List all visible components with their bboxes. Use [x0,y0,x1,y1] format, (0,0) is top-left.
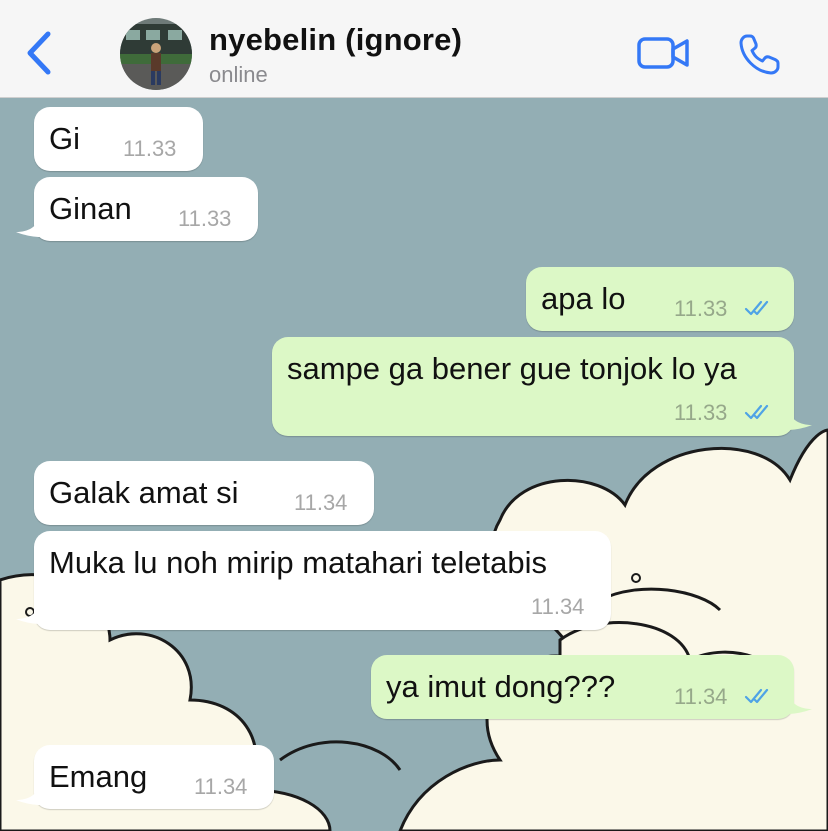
message-text: apa lo [541,281,626,316]
bubble-tail-outgoing [788,408,812,430]
bubble-tail-incoming [16,602,40,624]
contact-avatar[interactable] [120,18,192,90]
message-time: 11.33 [178,206,232,231]
back-button[interactable] [22,30,58,76]
video-call-button[interactable] [636,34,692,72]
double-check-icon [744,300,769,316]
message-text: Emang [49,759,148,794]
bubble-tail-incoming [16,215,40,237]
message-bubble-outgoing[interactable]: sampe ga bener gue tonjok lo ya 11.33 [272,337,794,436]
avatar-image [120,18,192,90]
message-time: 11.34 [531,594,585,619]
double-check-icon [744,404,769,420]
contact-name[interactable]: nyebelin (ignore) [209,22,462,58]
message-time: 11.33 [674,296,728,321]
message-text: Gi [49,121,80,156]
message-bubble-incoming[interactable]: Emang 11.34 [34,745,274,809]
message-list[interactable]: Gi 11.33 Ginan 11.33 apa lo 11.33 sampe … [0,0,828,831]
message-time: 11.34 [674,684,728,709]
message-bubble-incoming[interactable]: Muka lu noh mirip matahari teletabis 11.… [34,531,611,630]
bubble-tail-outgoing [788,692,812,714]
video-camera-icon [637,37,689,69]
message-time: 11.34 [294,490,348,515]
contact-status: online [209,62,268,87]
chat-header: nyebelin (ignore) online [0,0,828,98]
message-text: Galak amat si [49,475,239,510]
bubble-tail-incoming [16,783,40,805]
message-text: Muka lu noh mirip matahari teletabis [49,545,547,580]
message-text: Ginan [49,191,132,226]
message-bubble-incoming[interactable]: Ginan 11.33 [34,177,258,241]
message-bubble-incoming[interactable]: Gi 11.33 [34,107,203,171]
message-time: 11.33 [123,136,177,161]
message-bubble-incoming[interactable]: Galak amat si 11.34 [34,461,374,525]
message-text: ya imut dong??? [386,669,616,704]
message-bubble-outgoing[interactable]: ya imut dong??? 11.34 [371,655,794,719]
chevron-left-icon [27,31,51,75]
phone-icon [739,34,780,75]
message-text: sampe ga bener gue tonjok lo ya [287,351,737,386]
double-check-icon [744,688,769,704]
voice-call-button[interactable] [738,32,782,76]
message-bubble-outgoing[interactable]: apa lo 11.33 [526,267,794,331]
message-time: 11.33 [674,400,728,425]
message-time: 11.34 [194,774,248,799]
